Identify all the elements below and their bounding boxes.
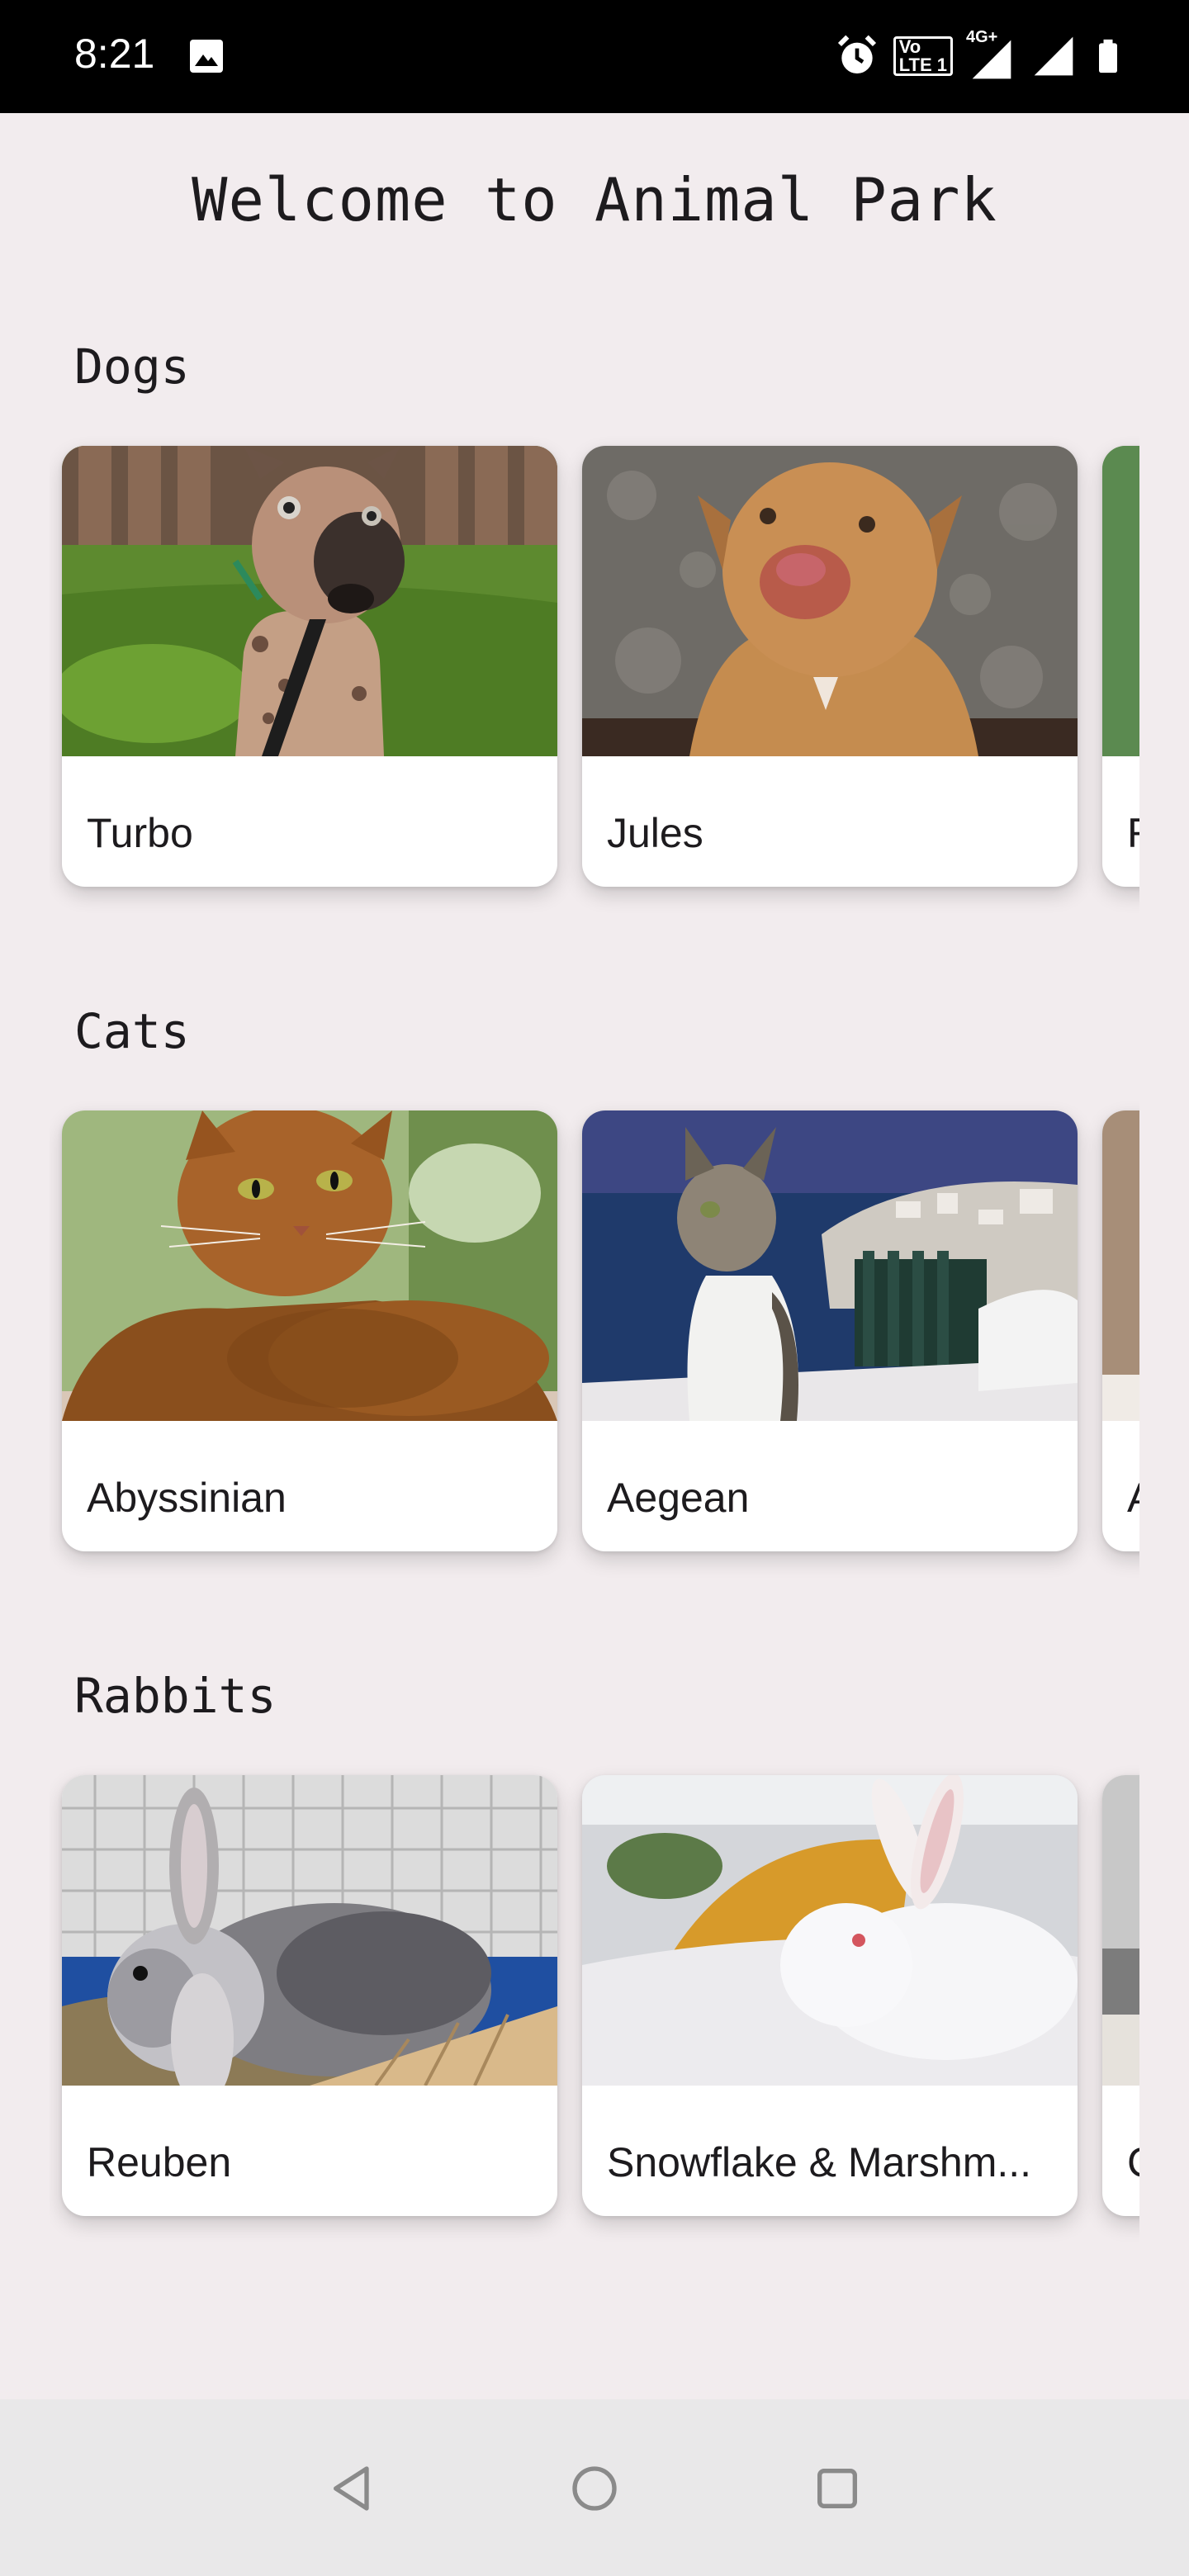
card-row[interactable]: Abyssinian Aegean <box>50 1086 1139 1581</box>
status-time: 8:21 <box>74 31 155 77</box>
animal-card[interactable]: R <box>1102 446 1139 887</box>
animal-card[interactable]: Reuben <box>62 1775 557 2216</box>
animal-name: A <box>1127 1474 1139 1522</box>
animal-photo <box>582 446 1078 756</box>
card-row[interactable]: Reuben Snowflake & Marshm... <box>50 1750 1139 2246</box>
animal-card[interactable]: Jules <box>582 446 1078 887</box>
volte-badge: Vo LTE 1 <box>893 36 953 76</box>
animal-name: C <box>1127 2138 1139 2186</box>
animal-photo <box>62 446 557 756</box>
volte-bottom-text: LTE 1 <box>898 54 947 75</box>
battery-icon <box>1090 33 1126 79</box>
animal-name: Jules <box>607 810 703 856</box>
section-title: Cats <box>74 1003 190 1059</box>
animal-card[interactable]: C <box>1102 1775 1139 2216</box>
animal-card[interactable]: Snowflake & Marshm... <box>582 1775 1078 2216</box>
page-title: Welcome to Animal Park <box>192 165 997 234</box>
animal-card[interactable]: Turbo <box>62 446 557 887</box>
volte-top-text: Vo <box>898 36 921 57</box>
animal-card[interactable]: Aegean <box>582 1110 1078 1551</box>
recents-icon <box>811 2462 864 2518</box>
section-title: Dogs <box>74 339 190 395</box>
status-bar: 8:21 Vo LTE 1 4G+ <box>0 0 1189 113</box>
animal-card[interactable]: A <box>1102 1110 1139 1551</box>
wifi-signal-icon <box>1030 33 1077 79</box>
home-icon <box>568 2462 621 2518</box>
animal-name: R <box>1127 809 1139 857</box>
navigation-bar <box>0 2399 1189 2576</box>
animal-photo <box>62 1110 557 1421</box>
animal-name: Aegean <box>607 1475 750 1521</box>
animal-photo <box>582 1110 1078 1421</box>
gallery-notification-icon <box>187 36 226 76</box>
animal-photo <box>1102 446 1139 756</box>
animal-photo <box>1102 1775 1139 2086</box>
animal-name: Abyssinian <box>87 1475 287 1521</box>
card-row[interactable]: Turbo Jules <box>50 421 1139 916</box>
home-button[interactable] <box>561 2457 628 2523</box>
section-title: Rabbits <box>74 1668 277 1724</box>
alarm-icon <box>834 33 880 79</box>
recents-button[interactable] <box>804 2457 870 2523</box>
animal-photo <box>62 1775 557 2086</box>
mobile-signal-icon: 4G+ <box>966 28 1017 79</box>
back-icon <box>327 2462 380 2518</box>
back-button[interactable] <box>320 2457 386 2523</box>
animal-name: Snowflake & Marshm... <box>607 2139 1032 2185</box>
animal-name: Turbo <box>87 810 193 856</box>
animal-photo <box>582 1775 1078 2086</box>
animal-photo <box>1102 1110 1139 1421</box>
animal-name: Reuben <box>87 2139 232 2185</box>
animal-card[interactable]: Abyssinian <box>62 1110 557 1551</box>
